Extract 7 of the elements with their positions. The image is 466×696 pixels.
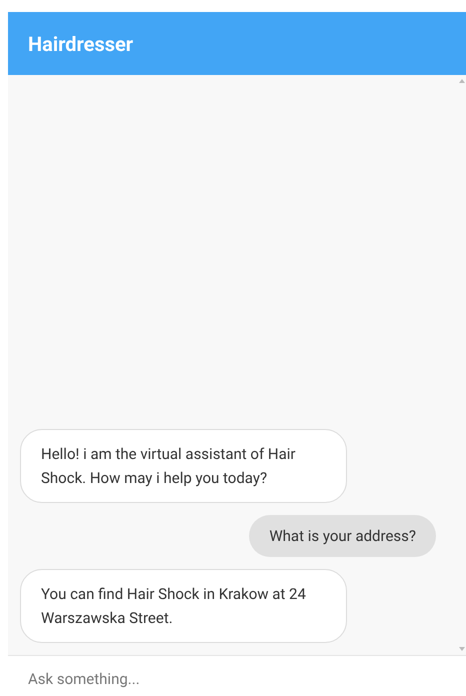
assistant-message: Hello! i am the virtual assistant of Hair Shock. How may i help you today? xyxy=(20,429,347,503)
scroll-up-icon[interactable] xyxy=(459,79,465,83)
app-title: Hairdresser xyxy=(28,30,134,58)
message-input[interactable]: Ask something... xyxy=(8,668,466,692)
assistant-message: You can find Hair Shock in Krakow at 24 Warszawska Street. xyxy=(20,569,347,643)
scroll-down-icon[interactable] xyxy=(459,647,465,651)
user-message: What is your address? xyxy=(249,515,436,557)
